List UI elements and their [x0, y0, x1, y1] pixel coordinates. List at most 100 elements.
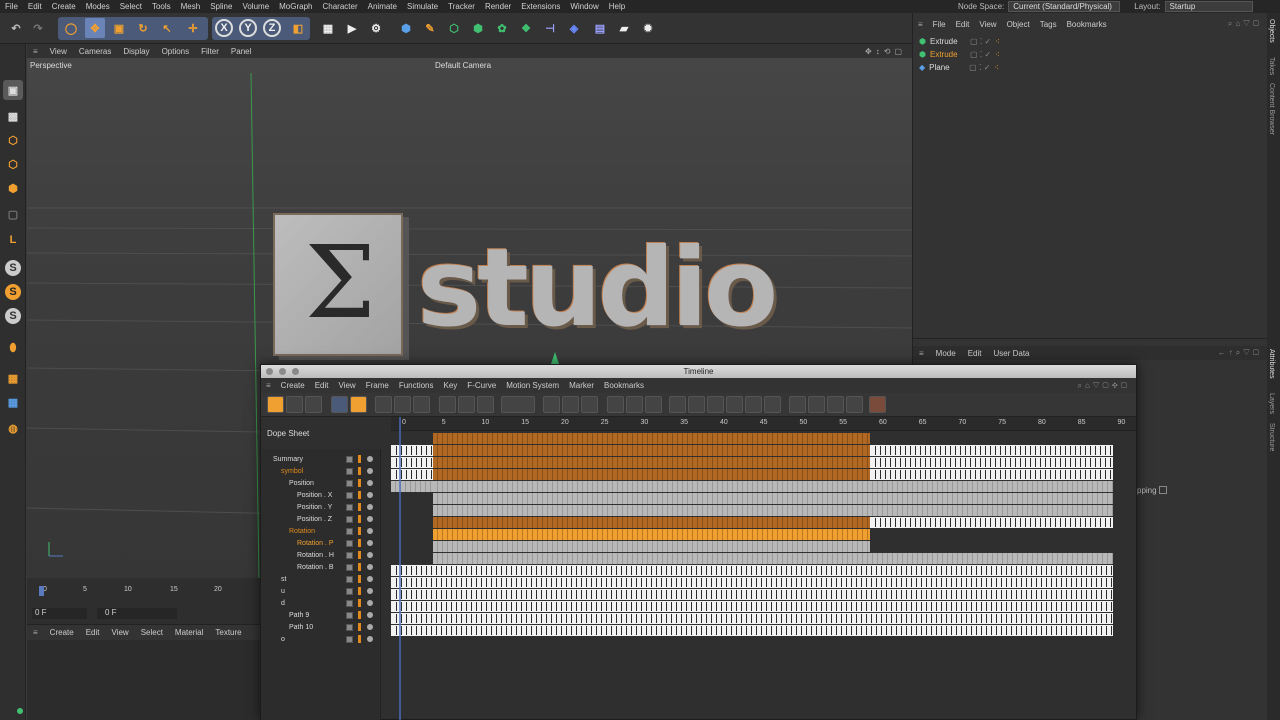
key-segment[interactable] [391, 613, 1113, 624]
key-row[interactable] [391, 529, 1113, 540]
tangent-5-icon[interactable] [745, 396, 762, 413]
key-row[interactable] [391, 565, 1113, 576]
filter-icon[interactable] [350, 396, 367, 413]
attributes-menu-user-data[interactable]: User Data [987, 349, 1035, 358]
tangent-icon[interactable] [669, 396, 686, 413]
track-label[interactable]: Path 9 [289, 612, 309, 619]
polygons-mode-icon[interactable]: ⬢ [3, 178, 23, 198]
break-icon[interactable] [789, 396, 806, 413]
viewport-menu-cameras[interactable]: Cameras [73, 47, 117, 56]
hamburger-icon[interactable]: ≡ [27, 628, 44, 637]
track-label[interactable]: Position [289, 480, 314, 487]
close-icon[interactable] [266, 368, 273, 375]
add-key-icon[interactable] [439, 396, 456, 413]
track-enable-icon[interactable] [346, 515, 353, 523]
tag-icon[interactable]: ⁖ [995, 37, 1000, 46]
key-row[interactable] [391, 457, 1113, 468]
track-solo-icon[interactable] [367, 612, 373, 618]
tab-objects[interactable]: Objects [1268, 19, 1275, 43]
track-label[interactable]: d [281, 600, 285, 607]
object-name[interactable]: Plane [929, 63, 965, 72]
ease-in-icon[interactable] [626, 396, 643, 413]
z-axis-icon[interactable]: Z [263, 19, 281, 37]
track-row[interactable]: Rotation [261, 525, 381, 537]
hamburger-icon[interactable]: ≡ [913, 349, 930, 358]
cube-icon[interactable]: ⬢ [396, 18, 416, 38]
key-segment[interactable] [870, 469, 1113, 480]
snap-keys-icon[interactable] [375, 396, 392, 413]
edges-mode-icon[interactable]: ⬡ [3, 154, 23, 174]
key-segment[interactable] [432, 493, 1113, 504]
timeline-titlebar[interactable]: Timeline [261, 365, 1136, 378]
object-name[interactable]: Extrude [930, 37, 966, 46]
hamburger-icon[interactable]: ≡ [27, 47, 44, 56]
timeline-menu-frame[interactable]: Frame [361, 381, 394, 390]
track-row[interactable]: Rotation . P [261, 537, 381, 549]
material-menu-select[interactable]: Select [135, 628, 169, 637]
dopesheet-mode-icon[interactable] [267, 396, 284, 413]
brush-icon[interactable]: ⬮ [3, 338, 23, 358]
texture-mode-icon[interactable]: ▩ [3, 106, 23, 126]
key-segment[interactable] [432, 433, 870, 444]
subdivision-icon[interactable]: ⬡ [444, 18, 464, 38]
recent-tools-icon[interactable]: ↖ [157, 18, 177, 38]
key-segment[interactable] [391, 601, 1113, 612]
zoom-keys-icon[interactable] [413, 396, 430, 413]
layout-dropdown[interactable]: Startup [1164, 1, 1253, 12]
track-solo-icon[interactable] [367, 552, 373, 558]
key-segment[interactable] [391, 589, 1113, 600]
points-mode-icon[interactable]: ⬡ [3, 130, 23, 150]
key-row[interactable] [391, 445, 1113, 456]
key-segment[interactable] [391, 577, 1113, 588]
track-solo-icon[interactable] [367, 504, 373, 510]
lock-2-icon[interactable] [827, 396, 844, 413]
track-row[interactable]: Path 10 [261, 621, 381, 633]
track-row[interactable]: Position . Z [261, 513, 381, 525]
track-enable-icon[interactable] [346, 635, 353, 643]
node-space-dropdown[interactable]: Current (Standard/Physical) [1008, 1, 1121, 12]
key-row[interactable] [391, 625, 1113, 636]
track-label[interactable]: Rotation . B [297, 564, 334, 571]
floor-icon[interactable]: ▤ [590, 18, 610, 38]
timeline-menu-marker[interactable]: Marker [564, 381, 599, 390]
menu-create[interactable]: Create [47, 2, 81, 11]
viewport-nav-icons[interactable]: ✥↕⟲▢ [865, 47, 906, 56]
track-enable-icon[interactable] [346, 491, 353, 499]
key-row[interactable] [391, 517, 1113, 528]
ease-icon[interactable] [581, 396, 598, 413]
track-row[interactable]: Rotation . B [261, 561, 381, 573]
track-label[interactable]: Rotation . H [297, 552, 334, 559]
camera-icon[interactable]: ▰ [614, 18, 634, 38]
tab-layers[interactable]: Layers [1268, 393, 1275, 414]
menu-edit[interactable]: Edit [23, 2, 47, 11]
tab-attributes[interactable]: Attributes [1268, 349, 1275, 379]
solo-icon[interactable]: S [5, 284, 21, 300]
viewport-menu-panel[interactable]: Panel [225, 47, 257, 56]
track-enable-icon[interactable] [346, 599, 353, 607]
objects-menu-object[interactable]: Object [1002, 20, 1035, 29]
deformer-icon[interactable]: ⊣ [540, 18, 560, 38]
spline-icon[interactable] [607, 396, 624, 413]
viewport-camera-label[interactable]: Default Camera [435, 61, 491, 70]
tangent-3-icon[interactable] [707, 396, 724, 413]
key-segment[interactable] [432, 517, 870, 528]
world-coord-icon[interactable]: ◧ [288, 18, 308, 38]
tab-takes[interactable]: Takes [1268, 57, 1275, 75]
track-solo-icon[interactable] [367, 540, 373, 546]
track-row[interactable]: Path 9 [261, 609, 381, 621]
objects-menu-file[interactable]: File [928, 20, 951, 29]
track-enable-icon[interactable] [346, 611, 353, 619]
key-row[interactable] [391, 541, 1113, 552]
key-segment[interactable] [391, 481, 433, 492]
undo-icon[interactable]: ↶ [6, 18, 26, 38]
menu-mesh[interactable]: Mesh [176, 2, 206, 11]
track-solo-icon[interactable] [367, 624, 373, 630]
light-icon[interactable]: ✹ [638, 18, 658, 38]
object-name[interactable]: Extrude [930, 50, 966, 59]
viewport-menu-display[interactable]: Display [117, 47, 155, 56]
visibility-icon[interactable]: ▢ ⁚ ✓ [970, 50, 991, 59]
key-segment[interactable] [432, 469, 870, 480]
track-label[interactable]: o [281, 636, 285, 643]
timeline-nav-icons[interactable]: ⌕⌂▽▢✥▢ [1077, 381, 1130, 391]
menu-tracker[interactable]: Tracker [443, 2, 480, 11]
